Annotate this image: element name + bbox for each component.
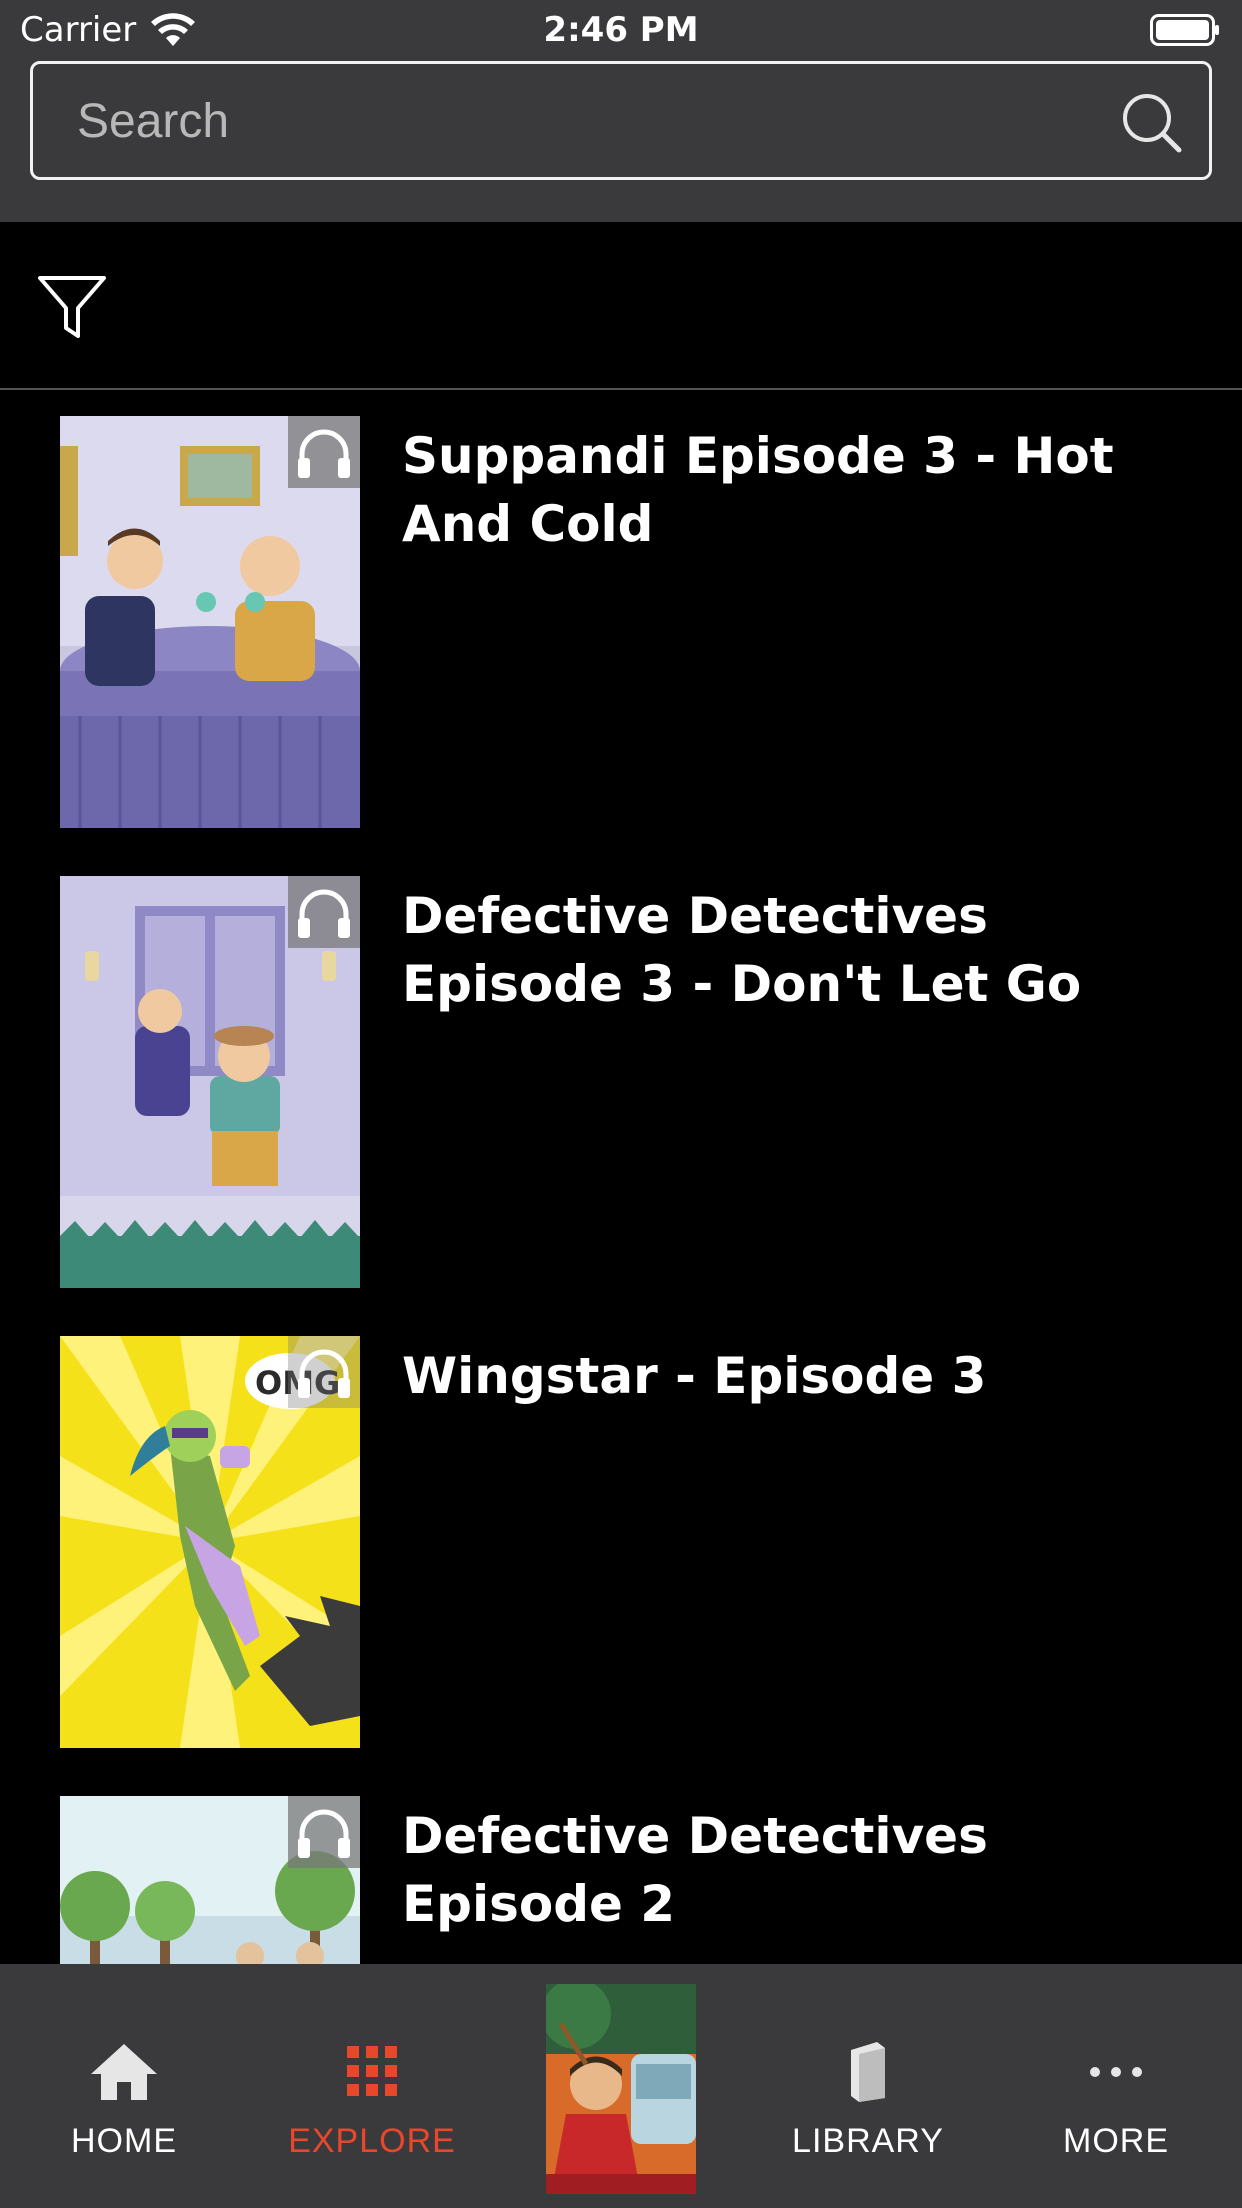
- tab-home[interactable]: HOME: [0, 1964, 248, 2208]
- status-bar: Carrier 2:46 PM: [0, 0, 1242, 60]
- tab-label: EXPLORE: [288, 2122, 456, 2160]
- book-icon: [851, 2042, 885, 2102]
- tab-explore[interactable]: EXPLORE: [248, 1964, 496, 2208]
- status-time: 2:46 PM: [543, 10, 699, 50]
- list-item[interactable]: Defective Detectives Episode 3 - Don't L…: [0, 852, 1242, 1312]
- search-header: Search: [0, 60, 1242, 222]
- grid-icon: [347, 2046, 397, 2096]
- item-title[interactable]: Defective Detectives Episode 2: [402, 1802, 1182, 1938]
- headphones-icon: [288, 416, 360, 488]
- content-list: Suppandi Episode 3 - Hot And Cold Defect…: [0, 392, 1242, 1964]
- more-icon: [1090, 2067, 1142, 2077]
- tab-label: LIBRARY: [792, 2122, 944, 2160]
- cover-thumbnail[interactable]: [60, 876, 360, 1288]
- item-title[interactable]: Suppandi Episode 3 - Hot And Cold: [402, 422, 1182, 558]
- headphones-icon: [288, 1796, 360, 1868]
- cover-thumbnail[interactable]: OMG: [60, 1336, 360, 1748]
- battery-icon: [1150, 14, 1219, 46]
- home-icon: [91, 2044, 157, 2100]
- headphones-icon: [288, 1336, 360, 1408]
- tab-library[interactable]: LIBRARY: [744, 1964, 992, 2208]
- item-title[interactable]: Wingstar - Episode 3: [402, 1342, 1182, 1410]
- search-box[interactable]: Search: [30, 61, 1212, 180]
- list-item[interactable]: Suppandi Episode 3 - Hot And Cold: [0, 392, 1242, 852]
- search-input[interactable]: [73, 64, 1073, 177]
- item-title[interactable]: Defective Detectives Episode 3 - Don't L…: [402, 882, 1182, 1018]
- tab-label: HOME: [71, 2122, 177, 2160]
- cover-thumbnail[interactable]: [60, 416, 360, 828]
- filter-icon[interactable]: [36, 272, 108, 342]
- filter-bar: [0, 222, 1242, 390]
- cover-thumbnail[interactable]: [60, 1796, 360, 1964]
- tab-label: MORE: [1063, 2122, 1169, 2160]
- now-playing-cover-image: [546, 1984, 696, 2194]
- headphones-icon: [288, 876, 360, 948]
- now-playing-thumbnail[interactable]: [546, 1984, 696, 2194]
- list-item[interactable]: OMG Wingstar - Episode 3: [0, 1312, 1242, 1772]
- search-icon[interactable]: [1119, 90, 1183, 154]
- tab-more[interactable]: MORE: [992, 1964, 1240, 2208]
- tab-bar: HOME EXPLORE LIBRARY MORE: [0, 1964, 1242, 2208]
- list-item[interactable]: Defective Detectives Episode 2: [0, 1772, 1242, 1964]
